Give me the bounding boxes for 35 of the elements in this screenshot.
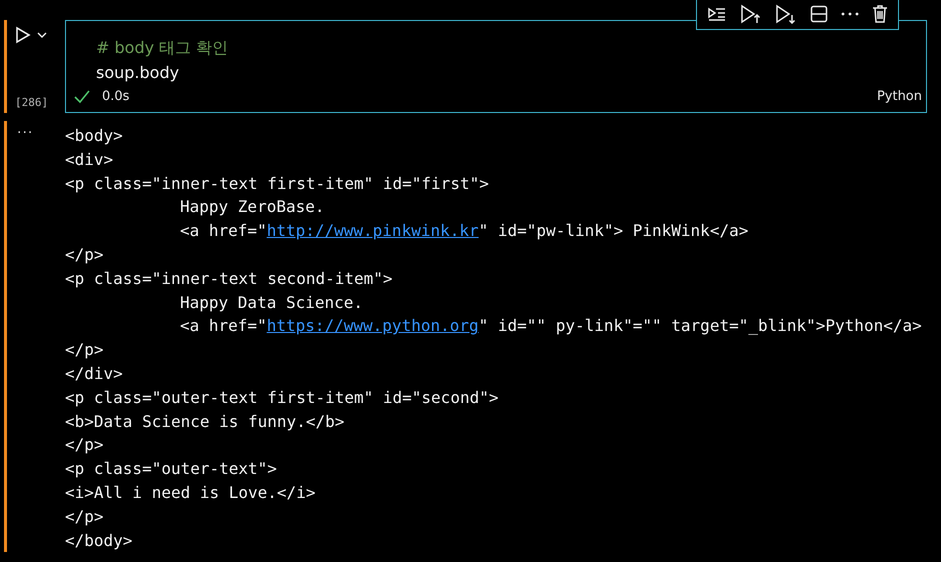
output-menu[interactable]: ··· <box>17 125 34 141</box>
output-line: <p class="inner-text second-item"> <box>65 268 394 290</box>
code-line: soup.body <box>96 62 180 84</box>
delete-icon <box>872 5 888 23</box>
output-line: <p class="inner-text first-item" id="first"> <box>65 172 490 195</box>
output-line: <p class="outer-text"> <box>65 458 278 480</box>
code-comment: # body 태그 확인 <box>96 37 230 59</box>
run-icon[interactable] <box>15 26 31 44</box>
more-icon <box>840 12 859 16</box>
output-line: </p> <box>65 339 105 362</box>
run-by-line-icon <box>707 5 728 23</box>
url-link[interactable]: http://www.pinkwink.kr <box>266 219 479 243</box>
url-link[interactable]: https://www.python.org <box>266 314 479 338</box>
toolbar-button[interactable] <box>838 10 861 18</box>
output-line: </div> <box>65 362 124 385</box>
execution-time: 0.0s <box>102 89 130 104</box>
output-line: Happy ZeroBase. <box>179 196 326 218</box>
output-line: <b>Data Science is funny.</b> <box>65 410 346 433</box>
execution-count: [286] <box>15 96 48 109</box>
output-line: <i>All i need is Love.</i> <box>65 482 316 504</box>
output-line: <a href="https://www.python.org" id="" py-link"="" target="_blink">Python</a> <box>65 314 922 338</box>
output-line: Happy Data Science. <box>179 292 364 314</box>
language-label[interactable]: Python <box>876 89 922 104</box>
output-line: </p> <box>65 244 105 266</box>
output-line: <body> <box>65 125 124 147</box>
split-icon <box>810 5 828 23</box>
chevron-down-icon[interactable] <box>37 32 47 38</box>
output-line: </p> <box>65 506 105 528</box>
output-line: </body> <box>65 530 134 552</box>
output-line: <p class="outer-text first-item" id="second"> <box>65 386 500 409</box>
output-line: </p> <box>65 434 105 456</box>
output-line: <a href="http://www.pinkwink.kr" id="pw-link"> PinkWink</a> <box>65 219 922 243</box>
run-down-icon <box>775 4 798 24</box>
output-line: <div> <box>65 148 114 171</box>
run-up-icon <box>740 4 762 24</box>
